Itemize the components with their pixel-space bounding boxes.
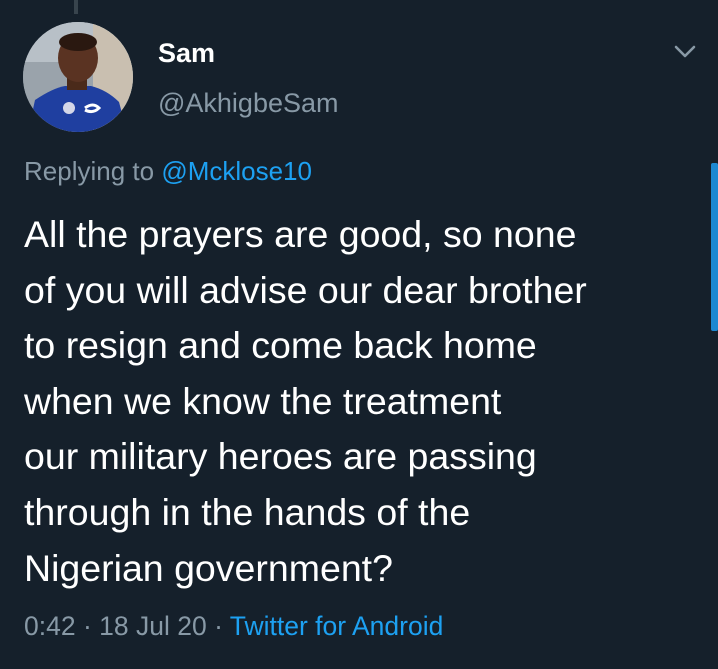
scrollbar[interactable] xyxy=(711,163,718,331)
tweet-meta: 0:42 · 18 Jul 20 · Twitter for Android xyxy=(24,606,443,646)
tweet-text-line: our military heroes are passing xyxy=(24,435,537,478)
avatar-photo-icon xyxy=(23,22,133,132)
tweet-text-line: of you will advise our dear brother xyxy=(24,268,587,311)
tweet-time[interactable]: 0:42 xyxy=(24,611,76,641)
tweet-text-line: to resign and come back home xyxy=(24,324,537,367)
reply-mention-link[interactable]: @Mcklose10 xyxy=(161,156,312,186)
meta-separator: · xyxy=(75,611,100,641)
replying-to-prefix: Replying to xyxy=(24,156,162,186)
author-display-name[interactable]: Sam xyxy=(158,36,215,70)
tweet-text-line: All the prayers are good, so none xyxy=(24,213,577,255)
tweet-text-line: when we know the treatment xyxy=(24,379,502,422)
tweet-source-link[interactable]: Twitter for Android xyxy=(230,611,444,641)
meta-separator: · xyxy=(206,611,230,641)
thread-connector-line xyxy=(74,0,78,14)
chevron-down-icon[interactable] xyxy=(670,38,700,64)
tweet-date[interactable]: 18 Jul 20 xyxy=(99,611,207,641)
tweet-text: All the prayers are good, so none of you… xyxy=(24,207,704,596)
tweet-text-line: through in the hands of the xyxy=(24,490,471,533)
author-handle[interactable]: @AkhigbeSam xyxy=(158,86,339,120)
tweet-text-line: Nigerian government? xyxy=(24,546,393,589)
replying-to-line: Replying to @Mcklose10 xyxy=(24,153,312,189)
avatar[interactable] xyxy=(23,22,133,132)
